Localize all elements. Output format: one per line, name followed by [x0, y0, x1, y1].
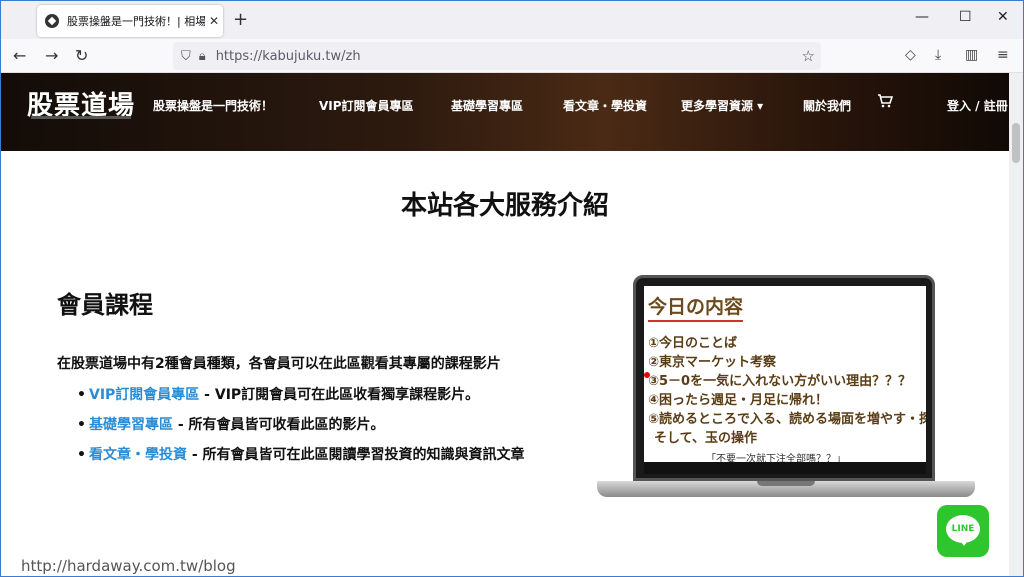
back-icon[interactable]: ←	[13, 46, 26, 65]
site-header: 股票道場 股票操盤是一門技術！ VIP訂閱會員專區 基礎學習專區 看文章・學投資…	[1, 73, 1009, 151]
browser-window: 股票操盤是一門技術！| 相場師朗 ✕ + — ☐ ✕ ← → ↻ ⛉ 🔒︎ ht…	[0, 0, 1024, 577]
download-icon[interactable]: ⤓	[935, 47, 941, 63]
list-item: VIP訂閱會員專區 - VIP訂閱會員可在此區收看獨享課程影片。	[77, 385, 557, 405]
screen-title: 今日の内容	[648, 292, 744, 322]
screen-line: ①今日のことば	[648, 336, 738, 351]
lock-icon[interactable]: 🔒︎	[199, 49, 206, 64]
nav-item-vip[interactable]: VIP訂閱會員專區	[319, 97, 414, 114]
scrollbar-thumb[interactable]	[1012, 123, 1020, 163]
video-controls	[644, 462, 926, 474]
address-bar[interactable]: ⛉ 🔒︎ https://kabujuku.tw/zh ☆	[173, 42, 821, 70]
screen-line: ③5－0を一気に入れない方がいい理由？？？	[648, 374, 912, 389]
star-icon[interactable]: ☆	[802, 47, 815, 65]
basic-zone-link[interactable]: 基礎學習專區	[89, 417, 173, 433]
list-item: 看文章・學投資 - 所有會員皆可在此區閱讀學習投資的知識與資訊文章	[77, 445, 557, 465]
url-text[interactable]: https://kabujuku.tw/zh	[216, 49, 361, 64]
line-label: LINE	[951, 524, 975, 534]
pocket-icon[interactable]: ◇	[905, 47, 916, 63]
list-item: 基礎學習專區 - 所有會員皆可收看此區的影片。	[77, 415, 557, 435]
tab-strip: 股票操盤是一門技術！| 相場師朗 ✕ + — ☐ ✕	[1, 1, 1023, 39]
maximize-icon[interactable]: ☐	[959, 9, 972, 25]
page-scrollbar[interactable]	[1009, 73, 1023, 576]
screen-line: そして、玉の操作	[654, 431, 757, 446]
nav-item-about[interactable]: 關於我們	[803, 97, 851, 114]
list-item-text: - 所有會員皆可收看此區的影片。	[173, 417, 385, 433]
navigation-toolbar: ← → ↻ ⛉ 🔒︎ https://kabujuku.tw/zh ☆ ◇ ⤓ …	[1, 39, 1023, 73]
reload-icon[interactable]: ↻	[75, 46, 88, 65]
minimize-icon[interactable]: —	[915, 9, 929, 25]
laptop-notch	[757, 481, 815, 486]
new-tab-icon[interactable]: +	[233, 9, 248, 30]
service-list: VIP訂閱會員專區 - VIP訂閱會員可在此區收看獨享課程影片。 基礎學習專區 …	[77, 385, 557, 475]
nav-item-more-resources[interactable]: 更多學習資源 ▾	[681, 97, 763, 114]
tab-title: 股票操盤是一門技術！| 相場師朗	[67, 15, 205, 28]
shield-icon[interactable]: ⛉	[181, 49, 191, 64]
sidebar-icon[interactable]: ▥	[965, 47, 978, 63]
close-window-icon[interactable]: ✕	[997, 9, 1009, 25]
screen-line: ④困ったら週足・月足に帰れ！	[648, 393, 829, 408]
cart-icon[interactable]	[877, 94, 893, 108]
laptop-base	[597, 481, 975, 497]
close-tab-icon[interactable]: ✕	[209, 14, 219, 28]
articles-zone-link[interactable]: 看文章・學投資	[89, 447, 187, 463]
nav-item-articles[interactable]: 看文章・學投資	[563, 97, 647, 114]
vip-zone-link[interactable]: VIP訂閱會員專區	[89, 387, 199, 403]
page-title: 本站各大服務介紹	[400, 191, 609, 221]
login-register-link[interactable]: 登入 / 註冊	[947, 97, 1008, 114]
logo-underline	[31, 116, 131, 119]
section-intro: 在股票道場中有2種會員種類，各會員可以在此區觀看其專屬的課程影片	[57, 356, 501, 372]
laptop-screen: 今日の内容 ①今日のことば ②東京マーケット考察 ③5－0を一気に入れない方がい…	[644, 286, 926, 474]
screen-line: ⑤読めるところで入る、読める場面を増やす・探す	[648, 412, 926, 427]
list-item-text: - 所有會員皆可在此區閱讀學習投資的知識與資訊文章	[187, 447, 525, 463]
list-item-text: - VIP訂閱會員可在此區收看獨享課程影片。	[199, 387, 480, 403]
laptop-bezel: 今日の内容 ①今日のことば ②東京マーケット考察 ③5－0を一気に入れない方がい…	[633, 275, 935, 481]
nav-item-basic[interactable]: 基礎學習專區	[451, 97, 523, 114]
browser-tab[interactable]: 股票操盤是一門技術！| 相場師朗 ✕	[37, 5, 223, 37]
nav-item-tagline[interactable]: 股票操盤是一門技術！	[153, 97, 273, 114]
screen-line: ②東京マーケット考察	[648, 355, 777, 370]
line-chat-button[interactable]: LINE	[937, 505, 989, 557]
section-title: 會員課程	[57, 291, 153, 319]
forward-icon[interactable]: →	[45, 46, 58, 65]
menu-icon[interactable]: ≡	[997, 47, 1009, 63]
laptop-illustration: 今日の内容 ①今日のことば ②東京マーケット考察 ③5－0を一気に入れない方がい…	[597, 271, 977, 507]
watermark-text: http://hardaway.com.tw/blog	[21, 557, 236, 575]
line-bubble-tail	[959, 539, 969, 546]
site-favicon-icon	[45, 14, 59, 28]
